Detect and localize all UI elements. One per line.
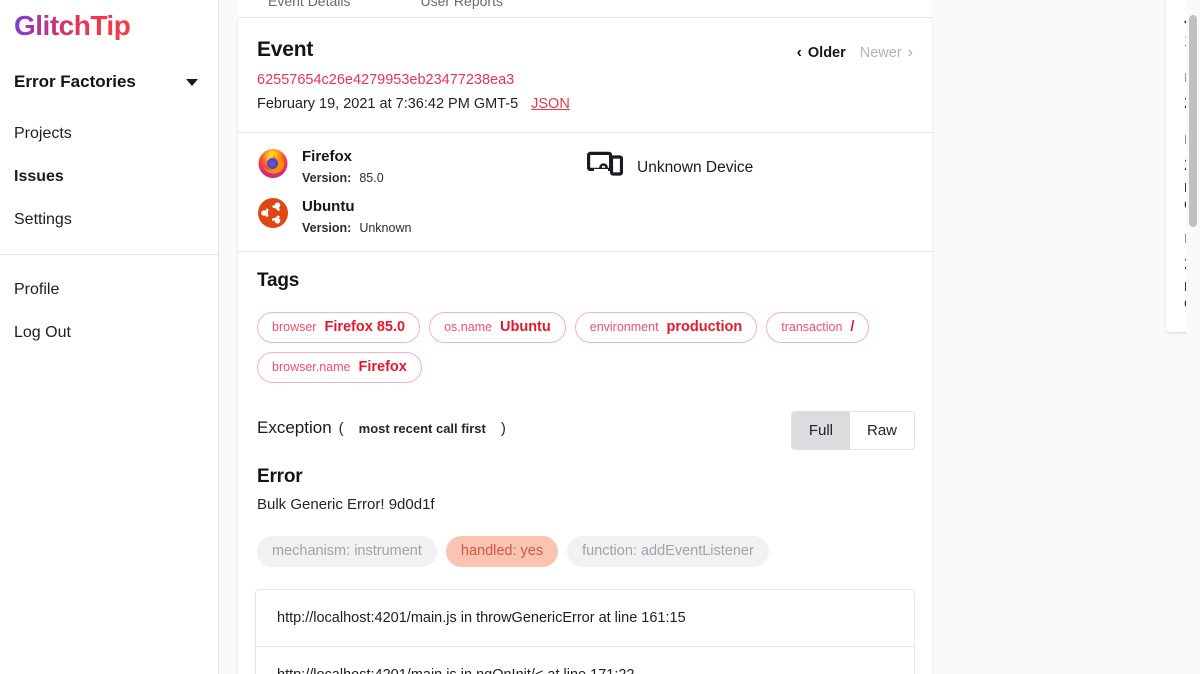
paren-open: ( — [339, 420, 344, 437]
org-switcher[interactable]: Error Factories — [14, 72, 204, 92]
meta-chip-function: function: addEventListener — [567, 536, 769, 567]
browser-info: Firefox Version: 85.0 — [302, 147, 384, 185]
page-title: Event — [257, 36, 570, 64]
chevron-right-icon: › — [908, 45, 913, 61]
view-mode-full[interactable]: Full — [792, 412, 850, 449]
devices-icon — [587, 151, 623, 184]
newer-label: Newer — [860, 45, 902, 61]
os-name: Ubuntu — [302, 197, 411, 216]
sidebar-item-issues[interactable]: Issues — [0, 155, 219, 198]
tags-title: Tags — [257, 270, 913, 292]
sidebar-item-profile[interactable]: Profile — [0, 268, 219, 311]
older-label: Older — [808, 45, 846, 61]
view-mode-toggle: Full Raw — [791, 411, 915, 450]
exception-header: Exception ( most recent call first ) Ful… — [238, 397, 932, 450]
tag-value: / — [850, 319, 854, 335]
os-version-row: Version: Unknown — [302, 221, 411, 235]
device-context: Unknown Device — [587, 147, 753, 184]
browser-name: Firefox — [302, 147, 384, 166]
page-scrollbar-thumb[interactable] — [1189, 15, 1197, 227]
stack-frame[interactable]: http://localhost:4201/main.js in ngOnIni… — [256, 647, 914, 674]
event-date-row: February 19, 2021 at 7:36:42 PM GMT-5 JS… — [257, 94, 570, 114]
exception-meta-list: mechanism: instrument handled: yes funct… — [257, 536, 913, 567]
tag-value: Firefox 85.0 — [324, 319, 405, 335]
main-content: Event Details User Reports Event 6255765… — [219, 0, 1200, 674]
app-root: GlitchTip Error Factories Projects Issue… — [0, 0, 1200, 674]
event-pagination: ‹ Older Newer › — [797, 45, 913, 61]
device-label: Unknown Device — [637, 159, 753, 177]
event-header-section: Event 62557654c26e4279953eb23477238ea3 F… — [238, 18, 932, 132]
os-version-value: Unknown — [359, 221, 411, 235]
org-name: Error Factories — [14, 72, 136, 92]
exception-subtitle: most recent call first — [359, 421, 486, 436]
sidebar-item-projects[interactable]: Projects — [0, 112, 219, 155]
tab-user-reports[interactable]: User Reports — [406, 0, 516, 18]
stack-frame-list: http://localhost:4201/main.js in throwGe… — [255, 589, 915, 674]
event-id[interactable]: 62557654c26e4279953eb23477238ea3 — [257, 71, 570, 90]
tag-key: transaction — [781, 320, 842, 334]
browser-version-label: Version: — [302, 171, 351, 185]
exception-title-wrap: Exception ( most recent call first ) — [257, 411, 506, 438]
event-tabs: Event Details User Reports — [238, 0, 932, 18]
tag-chip[interactable]: environment production — [575, 312, 758, 343]
context-section: Firefox Version: 85.0 — [238, 133, 932, 251]
error-message: Bulk Generic Error! 9d0d1f — [257, 496, 913, 513]
event-card: Event 62557654c26e4279953eb23477238ea3 F… — [238, 18, 932, 674]
older-event-button[interactable]: ‹ Older — [797, 45, 846, 61]
meta-chip-mechanism: mechanism: instrument — [257, 536, 437, 567]
stack-frame[interactable]: http://localhost:4201/main.js in throwGe… — [256, 590, 914, 647]
tag-value: Ubuntu — [500, 319, 551, 335]
tags-section: Tags browser Firefox 85.0 os.name Ubuntu… — [238, 252, 932, 397]
sidebar-divider — [0, 254, 219, 255]
newer-event-button: Newer › — [860, 45, 913, 61]
browser-context: Firefox Version: 85.0 — [257, 147, 587, 185]
ubuntu-icon — [257, 197, 289, 234]
error-title: Error — [257, 466, 913, 488]
os-context: Ubuntu Version: Unknown — [257, 197, 587, 235]
view-mode-raw[interactable]: Raw — [850, 412, 914, 449]
tag-value: production — [667, 319, 743, 335]
firefox-icon — [257, 147, 289, 184]
exception-title: Exception — [257, 418, 332, 438]
context-right: Unknown Device — [587, 147, 753, 235]
browser-version-value: 85.0 — [359, 171, 383, 185]
tag-value: Firefox — [359, 359, 407, 375]
os-version-label: Version: — [302, 221, 351, 235]
browser-version-row: Version: 85.0 — [302, 171, 384, 185]
tag-list: browser Firefox 85.0 os.name Ubuntu envi… — [257, 312, 913, 383]
primary-nav: Projects Issues Settings — [0, 112, 219, 241]
sidebar-item-logout[interactable]: Log Out — [0, 311, 219, 354]
tag-key: browser — [272, 320, 316, 334]
error-block: Error Bulk Generic Error! 9d0d1f mechani… — [238, 450, 932, 567]
tag-chip[interactable]: browser Firefox 85.0 — [257, 312, 420, 343]
context-left: Firefox Version: 85.0 — [257, 147, 587, 235]
json-link[interactable]: JSON — [531, 94, 570, 114]
meta-chip-handled: handled: yes — [446, 536, 558, 567]
paren-close: ) — [501, 420, 506, 437]
secondary-nav: Profile Log Out — [0, 268, 219, 354]
sidebar-item-settings[interactable]: Settings — [0, 198, 219, 241]
tag-key: os.name — [444, 320, 492, 334]
tab-event-details[interactable]: Event Details — [254, 0, 364, 18]
glitchtip-logo[interactable]: GlitchTip — [14, 12, 130, 40]
event-header-left: Event 62557654c26e4279953eb23477238ea3 F… — [257, 36, 570, 114]
os-info: Ubuntu Version: Unknown — [302, 197, 411, 235]
left-sidebar: GlitchTip Error Factories Projects Issue… — [0, 0, 219, 674]
chevron-left-icon: ‹ — [797, 45, 802, 61]
tag-key: browser.name — [272, 360, 351, 374]
page-scrollbar[interactable] — [1186, 0, 1200, 674]
tag-chip[interactable]: os.name Ubuntu — [429, 312, 566, 343]
tag-key: environment — [590, 320, 659, 334]
tag-chip[interactable]: browser.name Firefox — [257, 352, 422, 383]
event-timestamp: February 19, 2021 at 7:36:42 PM GMT-5 — [257, 94, 518, 114]
tag-chip[interactable]: transaction / — [766, 312, 869, 343]
chevron-down-icon — [186, 79, 198, 86]
